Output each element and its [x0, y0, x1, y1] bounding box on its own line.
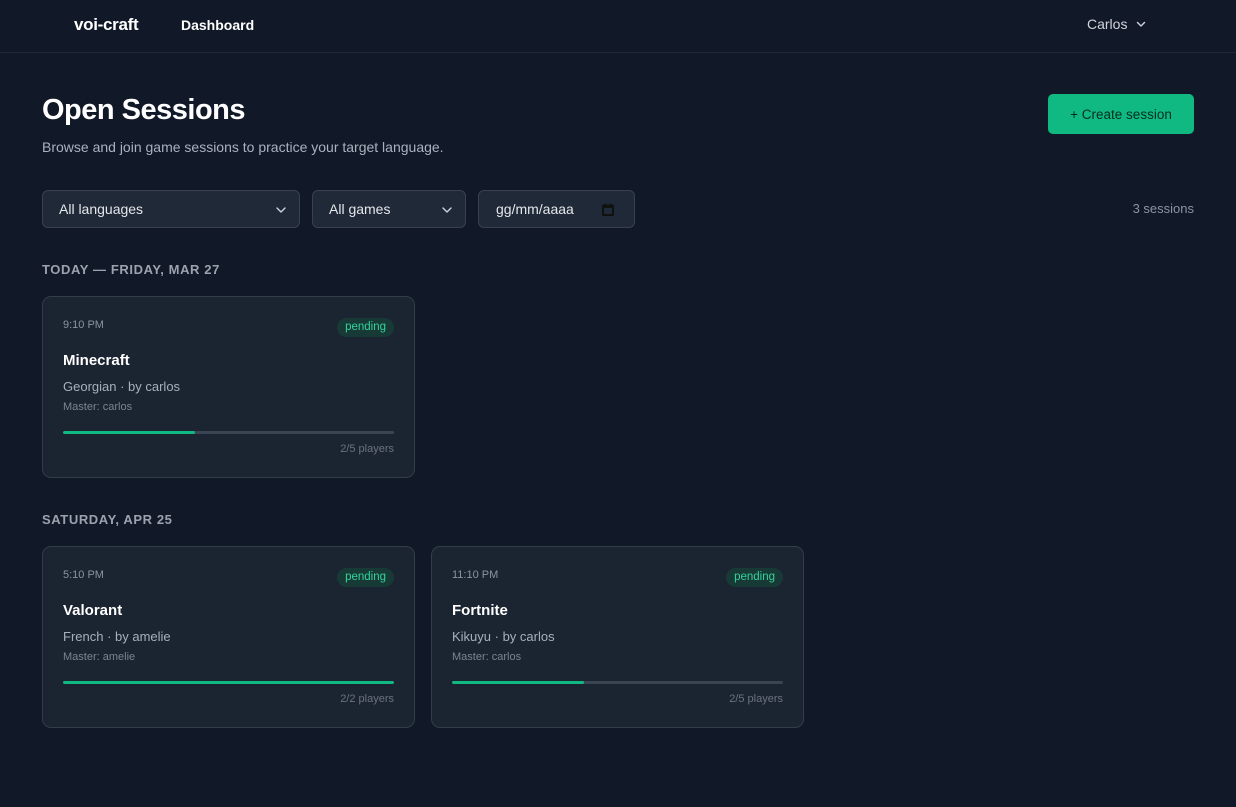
status-badge: pending [337, 568, 394, 587]
players-count: 2/5 players [340, 443, 394, 455]
players-progress-bar [63, 681, 394, 684]
user-menu-dropdown[interactable]: Carlos [1087, 16, 1147, 32]
session-time: 5:10 PM [63, 569, 104, 581]
language-filter-select[interactable]: All languages [42, 190, 300, 228]
session-count: 3 sessions [1132, 201, 1194, 216]
players-progress-fill [63, 431, 196, 434]
games-filter-value: All games [329, 201, 391, 217]
chevron-down-icon [1137, 21, 1146, 27]
session-game: Valorant [63, 602, 123, 619]
nav-dashboard-link[interactable]: Dashboard [181, 17, 254, 33]
brand-logo[interactable]: voi-craft [74, 15, 139, 35]
session-master: Master: amelie [63, 651, 136, 663]
status-badge: pending [337, 318, 394, 337]
players-progress-fill [452, 681, 585, 684]
session-master: Master: carlos [452, 651, 522, 663]
games-filter-select[interactable]: All games [312, 190, 466, 228]
calendar-icon[interactable] [602, 203, 614, 216]
session-card-fortnite[interactable]: 11:10 PM pending Fortnite Kikuyu · by ca… [431, 546, 804, 728]
group-heading-today: TODAY — FRIDAY, MAR 27 [42, 262, 220, 277]
session-master: Master: carlos [63, 401, 133, 413]
players-count: 2/2 players [340, 693, 394, 705]
page-subtitle: Browse and join game sessions to practic… [42, 139, 444, 155]
group-heading-saturday: SATURDAY, APR 25 [42, 512, 173, 527]
players-progress-bar [63, 431, 394, 434]
session-language: French · by amelie [63, 629, 171, 644]
session-card-minecraft[interactable]: 9:10 PM pending Minecraft Georgian · by … [42, 296, 415, 478]
players-progress-bar [452, 681, 783, 684]
chevron-down-icon [442, 207, 452, 213]
session-game: Fortnite [452, 602, 508, 619]
status-badge: pending [726, 568, 783, 587]
top-navbar: voi-craft Dashboard Carlos [0, 0, 1236, 53]
page-title: Open Sessions [42, 94, 246, 126]
date-filter-placeholder: gg/mm/aaaa [496, 201, 574, 217]
session-game: Minecraft [63, 352, 130, 369]
session-language: Kikuyu · by carlos [452, 629, 555, 644]
date-filter-input[interactable]: gg/mm/aaaa [478, 190, 635, 228]
players-progress-fill [63, 681, 394, 684]
players-count: 2/5 players [729, 693, 783, 705]
create-session-button[interactable]: + Create session [1048, 94, 1194, 134]
session-language: Georgian · by carlos [63, 379, 181, 394]
session-time: 9:10 PM [63, 319, 104, 331]
language-filter-value: All languages [59, 201, 144, 217]
session-card-valorant[interactable]: 5:10 PM pending Valorant French · by ame… [42, 546, 415, 728]
session-time: 11:10 PM [452, 569, 499, 581]
chevron-down-icon [276, 207, 286, 213]
user-name: Carlos [1087, 16, 1128, 32]
